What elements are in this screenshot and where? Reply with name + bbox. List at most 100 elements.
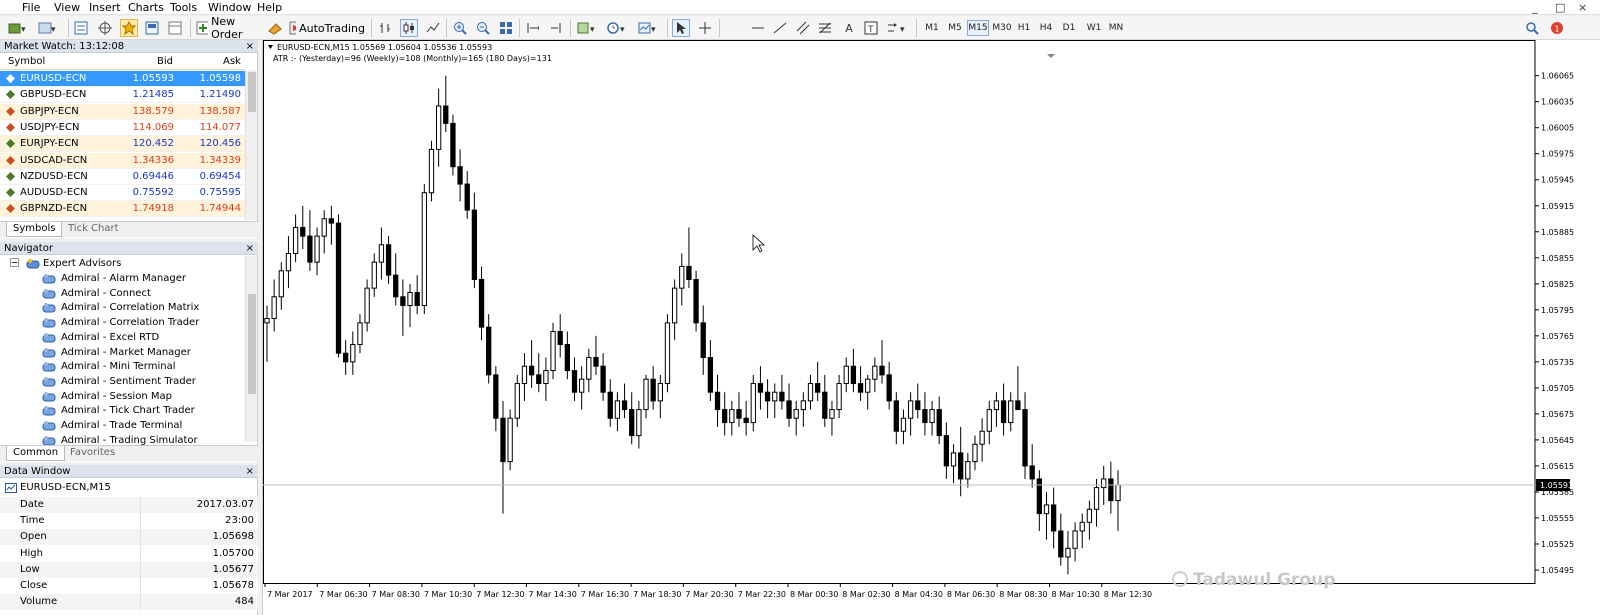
restore-button[interactable]: □: [1555, 1, 1565, 14]
scrollbar-thumb[interactable]: [248, 72, 256, 112]
tester-toggle[interactable]: [166, 19, 184, 37]
templates-button[interactable]: ▾: [636, 19, 662, 37]
navigator-tabs: Common Favorites: [0, 445, 258, 461]
timeframe-h1[interactable]: H1: [1015, 20, 1033, 36]
notifications-button[interactable]: 1: [1548, 19, 1566, 37]
timeframe-h4[interactable]: H4: [1037, 20, 1055, 36]
navigator-item[interactable]: Admiral - Correlation Trader: [42, 316, 242, 330]
indicators-button[interactable]: ▾: [575, 19, 601, 37]
data-window-row: Volume 484: [0, 594, 258, 611]
chart-window[interactable]: EURUSD-ECN,M15 1.05569 1.05604 1.05536 1…: [262, 40, 1600, 615]
menu-insert[interactable]: Insert: [89, 1, 121, 14]
menu-tools[interactable]: Tools: [170, 1, 197, 14]
text-tool-button[interactable]: A: [840, 19, 858, 37]
market-watch-row[interactable]: GBPNZD-ECN 1.74918 1.74944: [0, 201, 245, 218]
data-window-toggle[interactable]: [96, 19, 114, 37]
close-icon[interactable]: ×: [246, 40, 254, 53]
tab-tick-chart[interactable]: Tick Chart: [62, 222, 125, 237]
price-chart[interactable]: EURUSD-ECN,M15 1.05569 1.05604 1.05536 1…: [263, 40, 1600, 615]
navigator-item[interactable]: Admiral - Excel RTD: [42, 331, 242, 345]
metaeditor-button[interactable]: [266, 19, 284, 37]
navigator-item[interactable]: Admiral - Session Map: [42, 390, 242, 404]
column-ask[interactable]: Ask: [223, 56, 241, 67]
tab-common[interactable]: Common: [6, 446, 66, 461]
market-watch-row[interactable]: AUDUSD-ECN 0.75592 0.75595: [0, 185, 245, 202]
autotrading-button[interactable]: AutoTrading: [288, 19, 366, 37]
navigator-item[interactable]: Admiral - Market Manager: [42, 346, 242, 360]
plot-area[interactable]: [263, 40, 1536, 584]
tab-favorites[interactable]: Favorites: [64, 446, 121, 461]
navigator-scrollbar[interactable]: [245, 256, 257, 442]
column-symbol[interactable]: Symbol: [8, 56, 45, 67]
menu-help[interactable]: Help: [257, 1, 282, 14]
horizontal-line-button[interactable]: [749, 19, 767, 37]
timeframe-m1[interactable]: M1: [922, 20, 942, 36]
time-label: 8 Mar 00:30: [790, 590, 838, 599]
candle-body: [722, 409, 728, 424]
column-bid[interactable]: Bid: [157, 56, 173, 67]
autoscroll-button[interactable]: [524, 19, 542, 37]
line-chart-button[interactable]: [424, 19, 442, 37]
timeframe-w1[interactable]: W1: [1084, 20, 1104, 36]
new-order-button[interactable]: New Order: [195, 15, 263, 41]
market-watch-row[interactable]: EURJPY-ECN 120.452 120.456: [0, 136, 245, 153]
navigator-toggle[interactable]: [120, 19, 138, 37]
navigator-item[interactable]: Admiral - Mini Terminal: [42, 360, 242, 374]
trendline-button[interactable]: [771, 19, 789, 37]
text-label-button[interactable]: T: [862, 19, 880, 37]
chart-shift-button[interactable]: [547, 19, 565, 37]
market-watch-row[interactable]: GBPUSD-ECN 1.21485 1.21490: [0, 87, 245, 104]
crosshair-tool-button[interactable]: [696, 19, 714, 37]
navigator-item[interactable]: Admiral - Trade Terminal: [42, 419, 242, 433]
market-watch-toggle[interactable]: [72, 19, 90, 37]
market-watch-row[interactable]: EURUSD-ECN 1.05593 1.05598: [0, 71, 245, 87]
terminal-toggle[interactable]: [143, 19, 161, 37]
menu-window[interactable]: Window: [208, 1, 251, 14]
bar-chart-button[interactable]: [376, 19, 394, 37]
candle-body: [836, 383, 842, 411]
cursor-tool-button[interactable]: [672, 19, 690, 37]
crosshair-target-icon: [98, 21, 112, 35]
close-icon[interactable]: ×: [246, 242, 254, 255]
timeframe-mn[interactable]: MN: [1106, 20, 1126, 36]
tile-windows-button[interactable]: [497, 19, 515, 37]
market-watch-row[interactable]: GBPJPY-ECN 138.579 138.587: [0, 103, 245, 120]
search-button[interactable]: [1523, 19, 1541, 37]
market-watch-scrollbar[interactable]: [245, 70, 257, 220]
new-order-icon: [196, 21, 209, 35]
close-button[interactable]: ×: [1578, 1, 1587, 14]
market-watch-row[interactable]: USDCAD-ECN 1.34336 1.34339: [0, 152, 245, 169]
menu-file[interactable]: File: [22, 1, 40, 14]
market-watch-row[interactable]: USDJPY-ECN 114.069 114.077: [0, 120, 245, 136]
timeframe-m30[interactable]: M30: [991, 20, 1013, 36]
scrollbar-thumb[interactable]: [248, 294, 256, 394]
navigator-item[interactable]: Admiral - Connect: [42, 287, 242, 301]
equidistant-channel-button[interactable]: [794, 19, 812, 37]
market-watch-row[interactable]: NZDUSD-ECN 0.69446 0.69454: [0, 169, 245, 185]
menu-view[interactable]: View: [54, 1, 80, 14]
timeframe-m15[interactable]: M15: [967, 20, 989, 36]
zoom-out-button[interactable]: [474, 19, 492, 37]
navigator-item[interactable]: Admiral - Correlation Matrix: [42, 301, 242, 315]
zoom-in-button[interactable]: [451, 19, 469, 37]
price-label: 1.05825: [1541, 280, 1574, 289]
navigator-item[interactable]: Admiral - Sentiment Trader: [42, 375, 242, 389]
fibonacci-button[interactable]: [816, 19, 834, 37]
candle-body: [350, 344, 356, 363]
navigator-expand-icon[interactable]: [10, 258, 20, 272]
timeframe-d1[interactable]: D1: [1060, 20, 1078, 36]
candlestick-button[interactable]: [400, 19, 418, 37]
close-icon[interactable]: ×: [246, 465, 254, 478]
tab-symbols[interactable]: Symbols: [6, 222, 63, 237]
new-chart-button[interactable]: ▾: [6, 19, 32, 37]
svg-text:T: T: [867, 25, 874, 35]
profiles-button[interactable]: ▾: [36, 19, 62, 37]
timeframe-m5[interactable]: M5: [945, 20, 965, 36]
periods-button[interactable]: ▾: [605, 19, 631, 37]
minimize-button[interactable]: _: [1532, 1, 1538, 14]
arrows-button[interactable]: ▾: [884, 19, 912, 37]
navigator-item[interactable]: Admiral - Tick Chart Trader: [42, 404, 242, 418]
navigator-item[interactable]: Admiral - Alarm Manager: [42, 272, 242, 286]
menu-charts[interactable]: Charts: [128, 1, 164, 14]
data-value: 1.05678: [212, 580, 254, 591]
